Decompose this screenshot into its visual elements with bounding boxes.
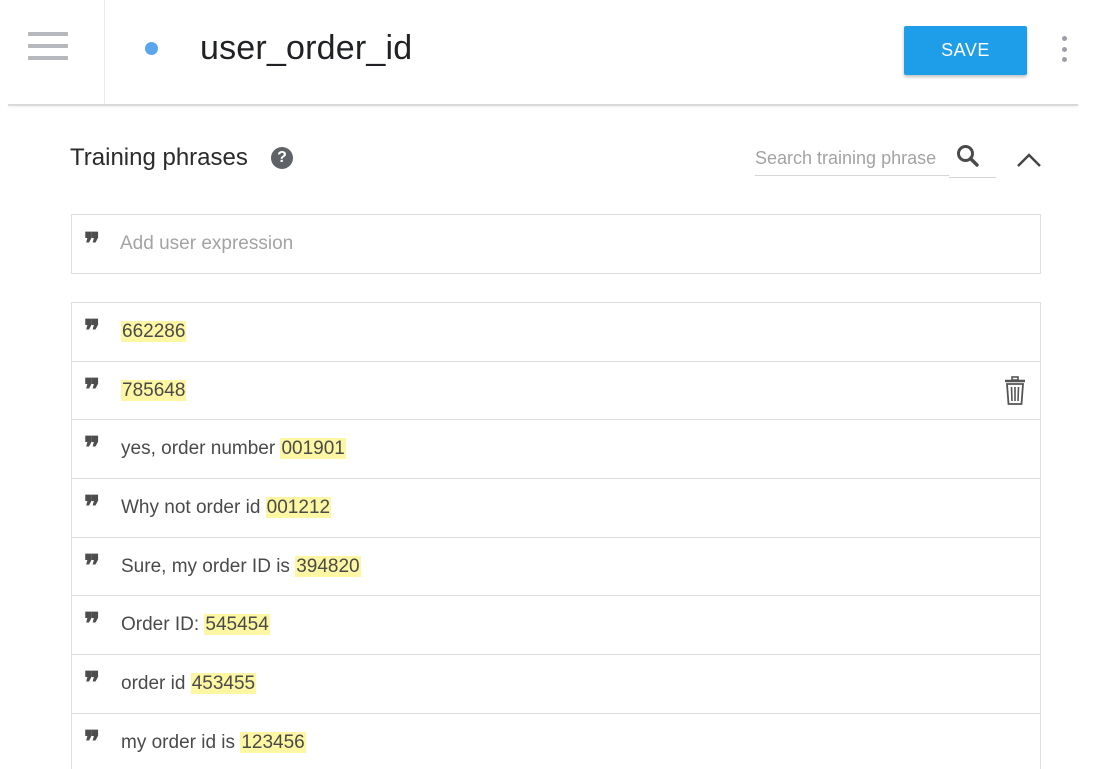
quote-icon: ❞ bbox=[84, 666, 100, 702]
add-user-expression-box: ❞ bbox=[71, 214, 1041, 274]
training-phrases-title: Training phrases bbox=[70, 144, 248, 171]
training-phrase-text[interactable]: order id 453455 bbox=[121, 671, 257, 697]
intent-status-dot bbox=[145, 42, 158, 55]
training-phrase-text[interactable]: my order id is 123456 bbox=[121, 730, 306, 756]
entity-annotation[interactable]: 785648 bbox=[121, 379, 187, 401]
hamburger-menu-icon[interactable] bbox=[28, 32, 68, 60]
search-underline bbox=[949, 177, 996, 178]
quote-icon: ❞ bbox=[84, 314, 100, 349]
training-phrase-row[interactable]: ❞ 662286 bbox=[72, 303, 1040, 362]
search-training-phrase-input[interactable] bbox=[755, 142, 949, 176]
quote-icon: ❞ bbox=[84, 490, 100, 526]
training-phrase-row[interactable]: ❞ 785648 bbox=[72, 362, 1040, 421]
save-button[interactable]: SAVE bbox=[904, 26, 1027, 75]
quote-icon: ❞ bbox=[84, 372, 100, 408]
intent-name-title[interactable]: user_order_id bbox=[200, 26, 412, 70]
quote-icon: ❞ bbox=[84, 227, 100, 262]
training-phrase-row[interactable]: ❞ yes, order number 001901 bbox=[72, 420, 1040, 480]
training-phrase-text[interactable]: Why not order id 001212 bbox=[121, 495, 332, 521]
training-phrase-list: ❞ 662286 ❞ 785648 ❞ yes, order number 001901 ❞… bbox=[71, 302, 1041, 769]
training-phrase-text[interactable]: yes, order number 001901 bbox=[121, 436, 346, 462]
training-phrase-text[interactable]: 785648 bbox=[121, 378, 187, 404]
training-phrase-row[interactable]: ❞ my order id is 123456 bbox=[72, 714, 1040, 769]
phrase-prefix: order id bbox=[121, 673, 191, 695]
phrase-prefix: Order ID: bbox=[121, 614, 205, 636]
training-phrase-text[interactable]: Sure, my order ID is 394820 bbox=[121, 554, 361, 580]
search-icon[interactable] bbox=[955, 143, 981, 169]
header-bottom-divider bbox=[8, 104, 1078, 106]
training-phrase-row[interactable]: ❞ Order ID: 545454 bbox=[72, 596, 1040, 656]
phrase-prefix: Why not order id bbox=[121, 497, 266, 519]
entity-annotation[interactable]: 001212 bbox=[265, 497, 332, 519]
training-phrase-row[interactable]: ❞ Sure, my order ID is 394820 bbox=[72, 538, 1040, 597]
help-icon[interactable]: ? bbox=[271, 147, 293, 169]
more-vert-icon[interactable] bbox=[1054, 36, 1074, 62]
entity-annotation[interactable]: 545454 bbox=[204, 614, 270, 636]
quote-icon: ❞ bbox=[84, 431, 100, 467]
training-phrase-row[interactable]: ❞ Why not order id 001212 bbox=[72, 479, 1040, 538]
intent-editor-page: user_order_id SAVE Training phrases ? ❞ … bbox=[0, 0, 1105, 769]
entity-annotation[interactable]: 453455 bbox=[190, 673, 257, 695]
quote-icon: ❞ bbox=[84, 548, 100, 584]
phrase-prefix: my order id is bbox=[121, 731, 241, 753]
chevron-up-icon[interactable] bbox=[1014, 149, 1044, 171]
header-divider bbox=[104, 0, 105, 104]
trash-icon[interactable] bbox=[1003, 375, 1027, 406]
phrase-prefix: Sure, my order ID is bbox=[121, 555, 296, 577]
entity-annotation[interactable]: 123456 bbox=[240, 731, 306, 753]
entity-annotation[interactable]: 662286 bbox=[121, 321, 187, 342]
entity-annotation[interactable]: 394820 bbox=[295, 555, 361, 577]
quote-icon: ❞ bbox=[84, 724, 100, 760]
training-phrase-text[interactable]: Order ID: 545454 bbox=[121, 612, 270, 638]
phrase-prefix: yes, order number bbox=[121, 438, 281, 460]
training-phrase-text[interactable]: 662286 bbox=[121, 319, 187, 345]
entity-annotation[interactable]: 001901 bbox=[280, 438, 346, 460]
training-phrase-row[interactable]: ❞ order id 453455 bbox=[72, 655, 1040, 714]
add-user-expression-input[interactable] bbox=[120, 227, 1020, 261]
quote-icon: ❞ bbox=[84, 607, 100, 643]
